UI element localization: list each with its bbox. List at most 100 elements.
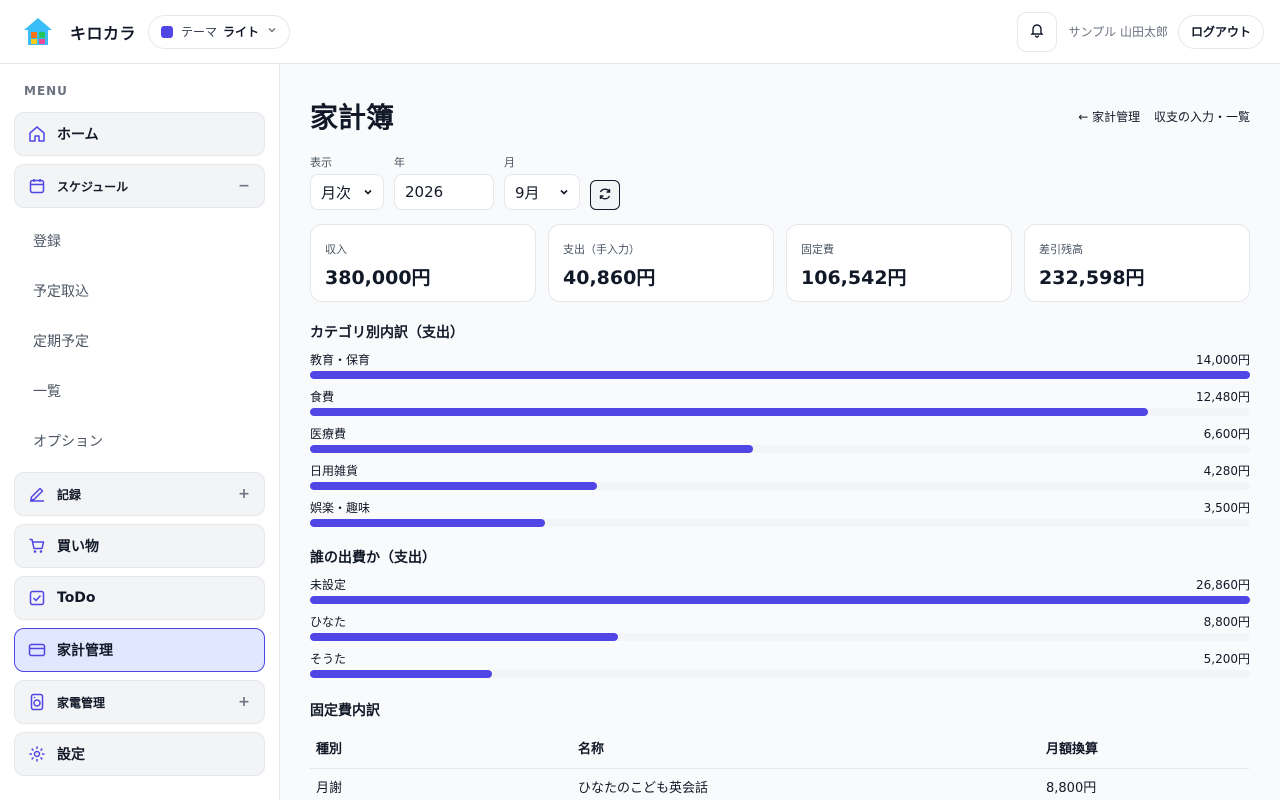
list-item: 教育・保育 14,000円 xyxy=(310,350,1250,379)
summary-card-expense: 支出（手入力） 40,860円 xyxy=(548,224,774,302)
collapse-icon[interactable]: − xyxy=(236,178,252,194)
card-label: 差引残高 xyxy=(1039,243,1083,256)
bar-label: 医療費 xyxy=(310,426,347,441)
month-value: 9月 xyxy=(515,183,540,202)
bar-amount: 6,600円 xyxy=(1203,426,1250,441)
main-content: 家計簿 ← 家計管理 収支の入力・一覧 表示 月次 年 2026 月 9月 収入… xyxy=(281,64,1280,800)
sidebar-item-household[interactable]: 家計管理 xyxy=(14,628,265,672)
bar-track xyxy=(310,519,1250,527)
summary-card-balance: 差引残高 232,598円 xyxy=(1024,224,1250,302)
credit-card-icon xyxy=(27,640,47,660)
card-value: 106,542円 xyxy=(801,267,907,289)
cart-icon xyxy=(27,536,47,556)
category-section-title: カテゴリ別内訳（支出） xyxy=(310,325,464,341)
list-item: 日用雑貨 4,280円 xyxy=(310,461,1250,490)
expand-icon[interactable]: + xyxy=(236,486,252,502)
table-cell: 8,800円 xyxy=(1046,780,1097,796)
notifications-button[interactable] xyxy=(1016,11,1057,52)
bar-label: 食費 xyxy=(310,389,335,404)
sidebar-subitem-register[interactable]: 登録 xyxy=(14,216,265,266)
view-select[interactable]: 月次 xyxy=(310,174,384,210)
bar-track xyxy=(310,408,1250,416)
pencil-icon xyxy=(27,484,47,504)
sidebar-item-label: 記録 xyxy=(57,487,82,502)
month-label: 月 xyxy=(504,156,515,169)
bar-fill xyxy=(310,371,1250,379)
bar-head: 日用雑貨 4,280円 xyxy=(310,461,1250,479)
bar-label: ひなた xyxy=(310,614,347,629)
title-row: 家計簿 ← 家計管理 収支の入力・一覧 xyxy=(310,98,1250,134)
chevron-down-icon xyxy=(363,183,373,201)
bar-fill xyxy=(310,633,618,641)
bar-head: 娯楽・趣味 3,500円 xyxy=(310,498,1250,516)
card-label: 支出（手入力） xyxy=(563,243,640,256)
table-row: 月謝 ひなたのこども英会話 8,800円 xyxy=(310,768,1249,800)
list-item: そうた 5,200円 xyxy=(310,649,1250,678)
expand-icon[interactable]: + xyxy=(236,694,252,710)
bar-fill xyxy=(310,596,1250,604)
home-icon xyxy=(27,124,47,144)
fixed-cost-table: 種別 名称 月額換算 月謝 ひなたのこども英会話 8,800円 xyxy=(310,728,1249,800)
sidebar-item-label: ToDo xyxy=(57,590,96,606)
bar-track xyxy=(310,596,1250,604)
chevron-down-icon xyxy=(559,183,569,201)
app-header: キロカラ テーマ ライト サンプル 山田太郎 ログアウト xyxy=(0,0,1280,64)
user-name: サンプル 山田太郎 xyxy=(1068,25,1168,39)
bar-fill xyxy=(310,445,754,453)
summary-card-fixed: 固定費 106,542円 xyxy=(786,224,1012,302)
sidebar-item-home[interactable]: ホーム xyxy=(14,112,265,156)
refresh-button[interactable] xyxy=(590,180,620,210)
bar-label: 教育・保育 xyxy=(310,352,371,367)
filters: 表示 月次 年 2026 月 9月 xyxy=(310,154,1250,210)
sidebar-item-label: 家電管理 xyxy=(57,695,106,710)
sidebar-subitem-options[interactable]: オプション xyxy=(14,416,265,466)
bar-amount: 14,000円 xyxy=(1196,352,1250,367)
app-name: キロカラ xyxy=(70,23,137,43)
bar-head: ひなた 8,800円 xyxy=(310,612,1250,630)
bar-fill xyxy=(310,408,1148,416)
sidebar-item-record[interactable]: 記録 + xyxy=(14,472,265,516)
column-header: 名称 xyxy=(572,728,1040,769)
sidebar-item-label: 家計管理 xyxy=(57,643,113,659)
theme-value: ライト xyxy=(223,25,260,39)
sidebar-subitem-import[interactable]: 予定取込 xyxy=(14,266,265,316)
gear-icon xyxy=(27,744,47,764)
sidebar-item-todo[interactable]: ToDo xyxy=(14,576,265,620)
card-value: 40,860円 xyxy=(563,267,656,289)
sidebar-item-label: 設定 xyxy=(57,747,85,763)
month-select[interactable]: 9月 xyxy=(504,174,580,210)
summary-card-income: 収入 380,000円 xyxy=(310,224,536,302)
sidebar-item-label: ホーム xyxy=(57,127,99,143)
year-input[interactable]: 2026 xyxy=(394,174,494,210)
breadcrumb: ← 家計管理 収支の入力・一覧 xyxy=(1078,108,1250,125)
logout-button[interactable]: ログアウト xyxy=(1177,14,1264,49)
bar-label: 日用雑貨 xyxy=(310,463,359,478)
calendar-icon xyxy=(27,176,47,196)
bar-amount: 3,500円 xyxy=(1203,500,1250,515)
app-logo-icon[interactable] xyxy=(20,14,56,50)
sidebar-item-appliance[interactable]: 家電管理 + xyxy=(14,680,265,724)
sidebar-subitem-recurring[interactable]: 定期予定 xyxy=(14,316,265,366)
column-header: 種別 xyxy=(310,728,572,769)
page-title: 家計簿 xyxy=(310,101,395,134)
list-item: ひなた 8,800円 xyxy=(310,612,1250,641)
bar-amount: 5,200円 xyxy=(1203,651,1250,666)
theme-selector-button[interactable]: テーマ ライト xyxy=(148,14,291,49)
bar-fill xyxy=(310,670,492,678)
breadcrumb-current[interactable]: 収支の入力・一覧 xyxy=(1154,110,1250,124)
sidebar-item-settings[interactable]: 設定 xyxy=(14,732,265,776)
bar-amount: 26,860円 xyxy=(1196,577,1250,592)
card-value: 380,000円 xyxy=(325,267,431,289)
payer-bars: 未設定 26,860円 ひなた 8,800円 そうた 5,200円 xyxy=(310,575,1250,678)
breadcrumb-back-link[interactable]: ← 家計管理 xyxy=(1078,110,1140,124)
column-header: 月額換算 xyxy=(1040,728,1249,769)
bar-track xyxy=(310,445,1250,453)
filter-year: 年 2026 xyxy=(394,154,494,210)
sidebar-subitem-list[interactable]: 一覧 xyxy=(14,366,265,416)
sidebar-item-shopping[interactable]: 買い物 xyxy=(14,524,265,568)
bar-track xyxy=(310,482,1250,490)
sidebar: MENU ホーム スケジュール − 登録 予定取込 定期予定 一覧 オプション … xyxy=(0,64,280,800)
table-cell: ひなたのこども英会話 xyxy=(578,780,709,796)
bar-head: 教育・保育 14,000円 xyxy=(310,350,1250,368)
sidebar-item-schedule[interactable]: スケジュール − xyxy=(14,164,265,208)
